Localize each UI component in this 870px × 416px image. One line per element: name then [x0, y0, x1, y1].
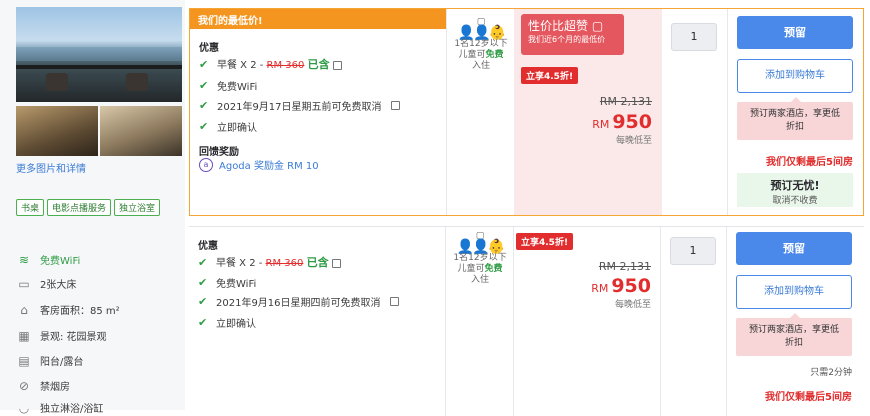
amenity-bath: ◡ 独立淋浴/浴缸 [16, 400, 104, 416]
lowest-price-banner: 我们的最低价! [190, 9, 446, 29]
people-icon: 👤👤👶 [456, 239, 505, 255]
tag-movies: 电影点播服务 [47, 199, 112, 216]
area-icon: ⌂ [20, 302, 28, 317]
per-night-label: 每晚低至 [615, 136, 652, 146]
discount-badge: 立享4.5折! [516, 233, 574, 250]
balcony-icon: ▤ [18, 353, 30, 368]
wifi-icon: ≋ [18, 252, 30, 267]
occupancy: ▢ 👤👤👶 1名12岁以下 儿童可免费 入住 [448, 17, 514, 72]
feature-instant-confirm: ✔ 立即确认 [198, 316, 256, 330]
room-quantity-select[interactable]: 1 [670, 237, 716, 265]
room-photo-thumb-1[interactable] [16, 106, 98, 156]
feature-wifi: ✔ 免费WiFi [198, 276, 257, 290]
offers-title: 优惠 [199, 43, 219, 54]
great-value-badge: 性价比超赞 ▢ 我们近6个月的最低价 [521, 14, 624, 55]
add-to-cart-button[interactable]: 添加到购物车 [737, 59, 853, 93]
price-column: 立享4.5折! RM 2,131 RM 950 每晚低至 [513, 227, 661, 416]
add-to-cart-button[interactable]: 添加到购物车 [736, 275, 852, 309]
copy-icon [390, 101, 400, 110]
agoda-reward: a Agoda 奖励金 RM 10 [199, 157, 319, 172]
room-photo-main[interactable] [16, 7, 182, 102]
copy-icon [331, 258, 341, 268]
amenity-no-smoking: ⊘ 禁烟房 [16, 378, 70, 394]
bundle-tip: 预订两家酒店，享更低 折扣 [736, 313, 852, 356]
original-price: RM 2,131 [598, 260, 651, 273]
bundle-tip: 预订两家酒店，享更低 折扣 [737, 97, 853, 140]
discount-badge: 立享4.5折! [521, 67, 579, 84]
check-icon: ✔ [198, 295, 208, 308]
check-icon: ✔ [199, 99, 209, 112]
tag-desk: 书桌 [16, 199, 45, 216]
booking-time-note: 只需2分钟 [810, 368, 852, 378]
room-option-2: 优惠 ✔ 早餐 X 2 - RM 360 已含 ✔ 免费WiFi ✔ 2021年… [189, 226, 864, 416]
people-icon: 👤👤👶 [457, 25, 506, 41]
free-cancellation-badge: 预订无忧! 取消不收费 [737, 173, 853, 207]
view-icon: ▦ [18, 328, 30, 343]
current-price: RM 950 [592, 111, 652, 133]
amenity-view: ▦ 景观: 花园景观 [16, 328, 106, 344]
reward-title: 回馈奖励 [199, 147, 239, 158]
check-icon: ✔ [199, 120, 209, 133]
feature-breakfast: ✔ 早餐 X 2 - RM 360 已含 [199, 56, 342, 72]
room-quantity-select[interactable]: 1 [671, 23, 717, 51]
coin-icon: a [199, 157, 213, 172]
check-icon: ✔ [199, 57, 209, 71]
book-button[interactable]: 预留 [737, 16, 853, 49]
bed-icon: ▭ [18, 276, 30, 291]
check-icon: ✔ [199, 79, 209, 92]
copy-icon: ▢ [591, 19, 604, 33]
more-photos-link[interactable]: 更多图片和详情 [16, 160, 86, 175]
feature-instant-confirm: ✔ 立即确认 [199, 120, 257, 134]
rooms-left-notice: 我们仅剩最后5间房 [765, 392, 852, 403]
check-icon: ✔ [198, 316, 208, 329]
room-option-1: 我们的最低价! 优惠 ✔ 早餐 X 2 - RM 360 已含 ✔ 免费WiFi… [189, 8, 864, 216]
book-button[interactable]: 预留 [736, 232, 852, 265]
copy-icon [332, 60, 342, 70]
current-price: RM 950 [591, 275, 651, 297]
no-smoking-icon: ⊘ [18, 378, 30, 393]
offers-title: 优惠 [198, 241, 218, 252]
feature-breakfast: ✔ 早餐 X 2 - RM 360 已含 [198, 254, 341, 270]
room-tags: 书桌 电影点播服务 独立浴室 [16, 199, 161, 216]
original-price: RM 2,131 [599, 95, 652, 108]
amenity-wifi: ≋ 免费WiFi [16, 252, 80, 268]
amenity-balcony: ▤ 阳台/露台 [16, 353, 83, 369]
amenity-beds: ▭ 2张大床 [16, 276, 76, 292]
copy-icon [389, 297, 399, 306]
price-column: 性价比超赞 ▢ 我们近6个月的最低价 立享4.5折! RM 2,131 RM 95… [514, 9, 662, 215]
feature-free-cancel: ✔ 2021年9月16日星期四前可免费取消 [198, 294, 399, 309]
bath-icon: ◡ [18, 400, 30, 415]
check-icon: ✔ [198, 276, 208, 289]
tag-bathroom: 独立浴室 [114, 199, 161, 216]
feature-wifi: ✔ 免费WiFi [199, 79, 258, 93]
per-night-label: 每晚低至 [614, 300, 651, 310]
room-info-panel: 更多图片和详情 书桌 电影点播服务 独立浴室 ≋ 免费WiFi ▭ 2张大床 ⌂… [0, 0, 185, 415]
room-photo-thumb-2[interactable] [100, 106, 182, 156]
check-icon: ✔ [198, 255, 208, 269]
rooms-left-notice: 我们仅剩最后5间房 [766, 157, 853, 168]
occupancy: ▢ 👤👤👶 1名12岁以下 儿童可免费 入住 [447, 231, 513, 286]
feature-free-cancel: ✔ 2021年9月17日星期五前可免费取消 [199, 98, 400, 113]
amenity-area: ⌂ 客房面积：85 m² [16, 302, 119, 318]
